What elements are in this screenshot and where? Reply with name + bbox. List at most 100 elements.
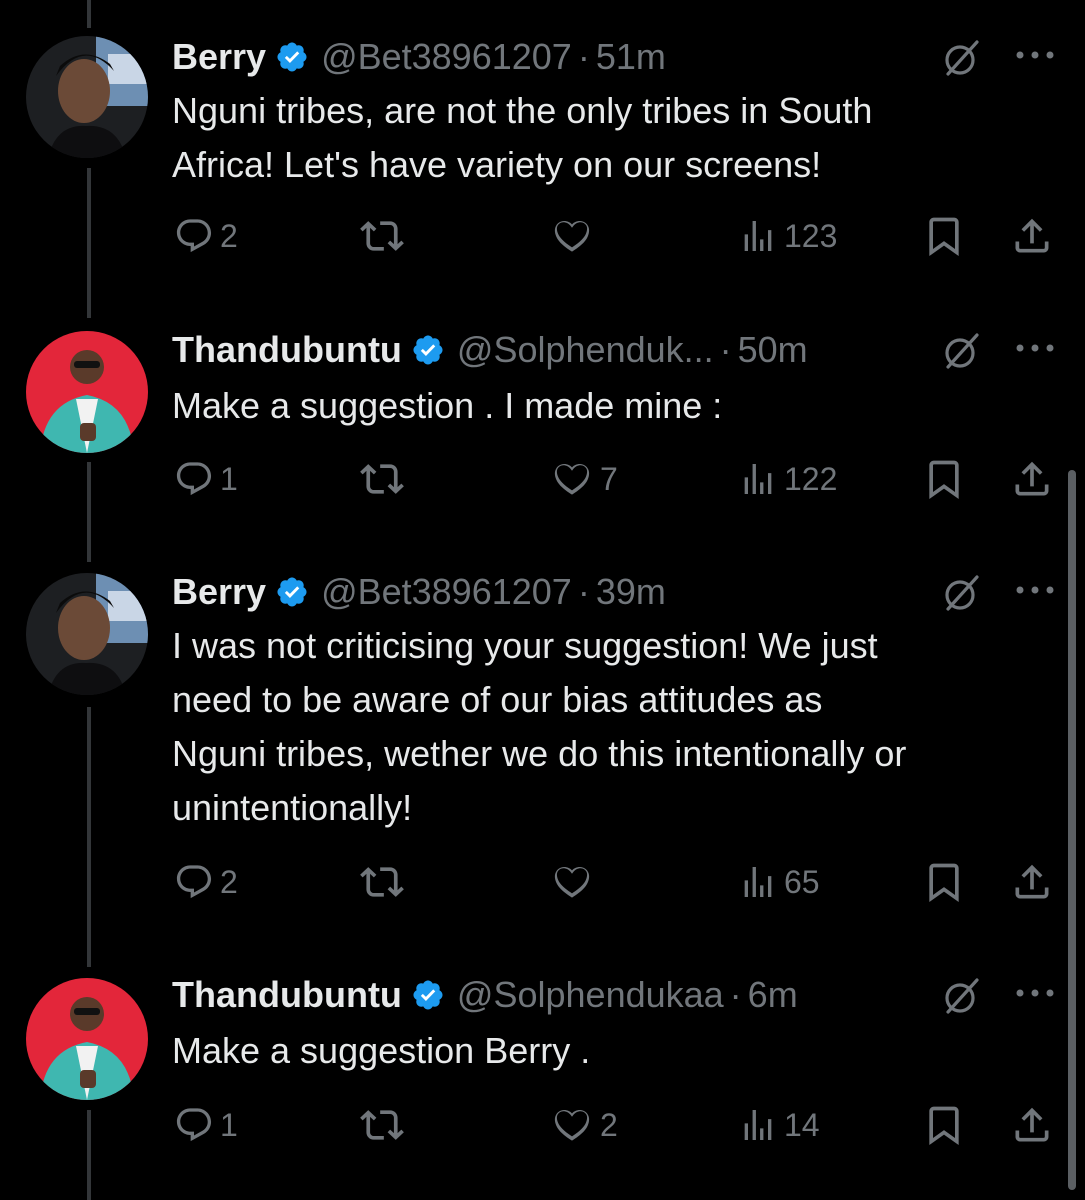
- more-dots-icon[interactable]: [1012, 583, 1058, 597]
- avatar-berry[interactable]: [26, 573, 148, 695]
- reply-count: 1: [220, 460, 238, 497]
- tweet-text-line: I was not criticising your suggestion! W…: [172, 625, 878, 666]
- views-count: 65: [784, 863, 820, 900]
- bookmark-button[interactable]: [922, 214, 966, 258]
- like-count: 2: [600, 1106, 618, 1143]
- grok-icon[interactable]: [942, 573, 982, 613]
- grok-icon[interactable]: [942, 331, 982, 371]
- like-button[interactable]: [550, 860, 600, 904]
- share-icon: [1015, 1107, 1049, 1142]
- like-count: 7: [600, 460, 618, 497]
- tweet-text-line: Make a suggestion . I made mine :: [172, 385, 723, 426]
- like-button[interactable]: 2: [550, 1103, 618, 1147]
- heart-icon: [554, 464, 590, 495]
- verified-badge-icon: [275, 40, 309, 74]
- reply-icon: [176, 1108, 212, 1142]
- reply-button[interactable]: 2: [174, 860, 238, 904]
- share-button[interactable]: [1010, 214, 1054, 258]
- like-button[interactable]: 7: [550, 457, 618, 501]
- thread-line: [87, 0, 91, 28]
- reply-icon: [176, 865, 212, 899]
- bookmark-icon: [929, 863, 959, 903]
- verified-badge-icon: [275, 575, 309, 609]
- bookmark-button[interactable]: [922, 1103, 966, 1147]
- bookmark-icon: [929, 460, 959, 500]
- share-button[interactable]: [1010, 457, 1054, 501]
- more-dots-icon[interactable]: [1012, 986, 1058, 1000]
- timestamp[interactable]: 6m: [748, 974, 798, 1016]
- reply-count: 2: [220, 217, 238, 254]
- heart-icon: [554, 867, 590, 898]
- separator-dot: ·: [729, 974, 742, 1015]
- tweet-text-line: Africa! Let's have variety on our screen…: [172, 144, 822, 185]
- tweet-header: Thandubuntu @Solphendukaa · 6m: [172, 968, 798, 1022]
- retweet-button[interactable]: [360, 860, 410, 904]
- user-handle[interactable]: @Solphenduk...: [457, 329, 714, 371]
- more-dots-icon[interactable]: [1012, 48, 1058, 62]
- bookmark-button[interactable]: [922, 860, 966, 904]
- views-button[interactable]: 122: [738, 457, 837, 501]
- grok-icon[interactable]: [942, 38, 982, 78]
- tweet-text: Nguni tribes, are not the only tribes in…: [172, 84, 1062, 192]
- share-button[interactable]: [1010, 1103, 1054, 1147]
- bookmark-icon: [929, 1106, 959, 1146]
- views-chart-icon: [744, 221, 772, 251]
- retweet-button[interactable]: [360, 457, 410, 501]
- retweet-icon: [360, 221, 404, 251]
- tweet-actions: 1 7 122: [0, 457, 1085, 501]
- reply-icon: [176, 462, 212, 496]
- verified-badge-icon: [411, 333, 445, 367]
- reply-button[interactable]: 2: [174, 214, 238, 258]
- separator-dot: ·: [577, 36, 590, 77]
- views-button[interactable]: 14: [738, 1103, 820, 1147]
- tweet-header: Thandubuntu @Solphenduk... · 50m: [172, 323, 808, 377]
- display-name[interactable]: Berry: [172, 36, 266, 78]
- reply-count: 1: [220, 1106, 238, 1143]
- retweet-button[interactable]: [360, 1103, 410, 1147]
- verified-badge-icon: [411, 978, 445, 1012]
- display-name[interactable]: Thandubuntu: [172, 329, 402, 371]
- tweet-text-line: Make a suggestion Berry .: [172, 1030, 591, 1071]
- user-handle[interactable]: @Solphendukaa: [457, 974, 724, 1016]
- views-button[interactable]: 123: [738, 214, 837, 258]
- views-chart-icon: [744, 867, 772, 897]
- views-chart-icon: [744, 1110, 772, 1140]
- tweet-header: Berry @Bet38961207 · 51m: [172, 30, 666, 84]
- like-button[interactable]: [550, 214, 600, 258]
- more-dots-icon[interactable]: [1012, 341, 1058, 355]
- tweet-actions: 2 65: [0, 860, 1085, 904]
- avatar-berry[interactable]: [26, 36, 148, 158]
- timestamp[interactable]: 39m: [596, 571, 666, 613]
- tweet-header: Berry @Bet38961207 · 39m: [172, 565, 666, 619]
- views-chart-icon: [744, 464, 772, 494]
- timestamp[interactable]: 51m: [596, 36, 666, 78]
- display-name[interactable]: Thandubuntu: [172, 974, 402, 1016]
- reply-button[interactable]: 1: [174, 1103, 238, 1147]
- tweet-actions: 2 123: [0, 214, 1085, 258]
- tweet-text: Make a suggestion . I made mine :: [172, 379, 1062, 433]
- reply-button[interactable]: 1: [174, 457, 238, 501]
- user-handle[interactable]: @Bet38961207: [321, 571, 572, 613]
- bookmark-icon: [929, 217, 959, 257]
- heart-icon: [554, 221, 590, 252]
- views-button[interactable]: 65: [738, 860, 820, 904]
- tweet-text-line: unintentionally!: [172, 787, 413, 828]
- avatar-thandubuntu[interactable]: [26, 978, 148, 1100]
- display-name[interactable]: Berry: [172, 571, 266, 613]
- share-icon: [1015, 461, 1049, 496]
- share-icon: [1015, 218, 1049, 253]
- retweet-icon: [360, 1110, 404, 1140]
- scrollbar[interactable]: [1068, 470, 1076, 1190]
- avatar-thandubuntu[interactable]: [26, 331, 148, 453]
- views-count: 123: [784, 217, 838, 254]
- views-count: 14: [784, 1106, 820, 1143]
- retweet-button[interactable]: [360, 214, 410, 258]
- tweet-text: I was not criticising your suggestion! W…: [172, 619, 1062, 835]
- timestamp[interactable]: 50m: [738, 329, 808, 371]
- bookmark-button[interactable]: [922, 457, 966, 501]
- share-button[interactable]: [1010, 860, 1054, 904]
- user-handle[interactable]: @Bet38961207: [321, 36, 572, 78]
- tweet-text: Make a suggestion Berry .: [172, 1024, 1062, 1078]
- share-icon: [1015, 864, 1049, 899]
- grok-icon[interactable]: [942, 976, 982, 1016]
